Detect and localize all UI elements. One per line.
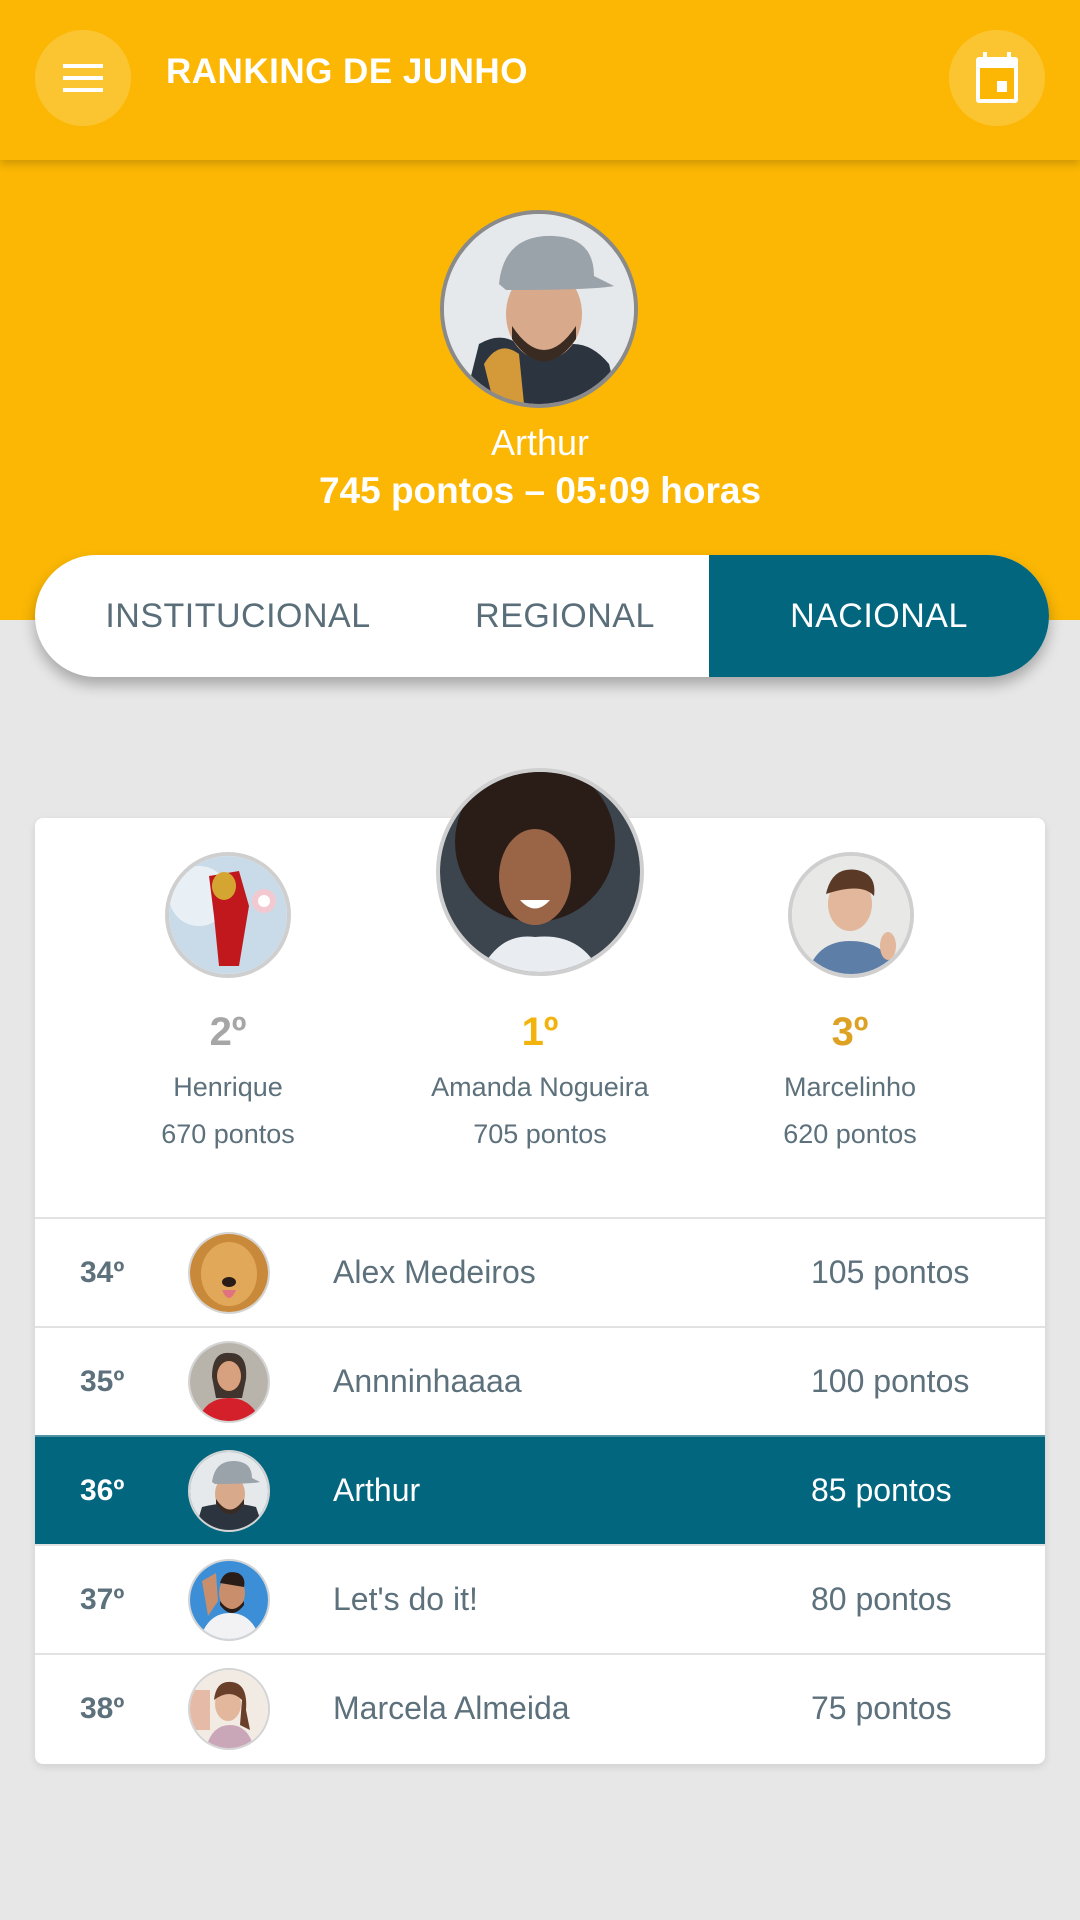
ranking-list: 34º Alex Medeiros 105 pontos 35º Annninh… — [35, 1217, 1045, 1762]
list-name: Marcela Almeida — [333, 1690, 570, 1726]
calendar-icon — [974, 52, 1020, 104]
podium-points: 670 pontos — [161, 1119, 295, 1149]
list-position: 35º — [80, 1364, 125, 1398]
page-title: RANKING DE JUNHO — [166, 52, 528, 91]
list-avatar — [188, 1231, 270, 1314]
ranking-scope-tabs: INSTITUCIONAL REGIONAL NACIONAL — [35, 555, 1049, 677]
list-points: 80 pontos — [811, 1581, 952, 1617]
list-points: 105 pontos — [811, 1254, 970, 1290]
podium-points: 620 pontos — [783, 1119, 917, 1149]
podium-rank: 1º — [521, 1010, 559, 1054]
list-position: 38º — [80, 1691, 125, 1725]
tab-nacional[interactable]: NACIONAL — [709, 555, 1049, 677]
list-item[interactable]: 38º Marcela Almeida 75 pontos — [35, 1653, 1045, 1762]
podium-second: 2º Henrique 670 pontos — [73, 1010, 383, 1150]
list-position: 36º — [80, 1473, 125, 1507]
podium-name: Amanda Nogueira — [431, 1072, 649, 1102]
list-avatar — [188, 1667, 270, 1750]
current-user-score: 745 pontos – 05:09 horas — [318, 470, 762, 511]
list-points: 85 pontos — [811, 1472, 952, 1508]
list-item-current-user[interactable]: 36º Arthur 85 pontos — [35, 1435, 1045, 1544]
app-bar: RANKING DE JUNHO — [0, 0, 1080, 160]
list-points: 75 pontos — [811, 1690, 952, 1726]
podium-name: Marcelinho — [783, 1072, 917, 1102]
tab-institucional[interactable]: INSTITUCIONAL — [35, 555, 421, 677]
menu-button[interactable] — [35, 30, 131, 126]
podium-avatar-1st[interactable] — [436, 768, 644, 976]
list-name: Arthur — [333, 1472, 421, 1508]
current-user-name: Arthur — [490, 422, 590, 463]
podium-avatar-3rd[interactable] — [788, 852, 914, 978]
calendar-button[interactable] — [949, 30, 1045, 126]
list-name: Let's do it! — [333, 1581, 478, 1617]
list-position: 34º — [80, 1255, 125, 1289]
podium-rank: 2º — [209, 1010, 247, 1054]
list-name: Annninhaaaa — [333, 1363, 522, 1399]
list-item[interactable]: 35º Annninhaaaa 100 pontos — [35, 1326, 1045, 1435]
podium-rank: 3º — [831, 1010, 869, 1054]
list-avatar — [188, 1558, 270, 1641]
current-user-avatar[interactable] — [440, 210, 638, 408]
hamburger-menu-icon — [61, 62, 105, 94]
podium-points: 705 pontos — [473, 1119, 607, 1149]
current-user-header: Arthur 745 pontos – 05:09 horas — [0, 160, 1080, 620]
list-points: 100 pontos — [811, 1363, 970, 1399]
list-avatar — [188, 1449, 270, 1532]
tab-regional[interactable]: REGIONAL — [421, 555, 709, 677]
podium-third: 3º Marcelinho 620 pontos — [695, 1010, 1005, 1150]
podium-first: 1º Amanda Nogueira 705 pontos — [385, 1010, 695, 1150]
list-avatar — [188, 1340, 270, 1423]
list-name: Alex Medeiros — [333, 1254, 536, 1290]
list-position: 37º — [80, 1582, 125, 1616]
podium-avatar-2nd[interactable] — [165, 852, 291, 978]
list-item[interactable]: 34º Alex Medeiros 105 pontos — [35, 1217, 1045, 1326]
list-item[interactable]: 37º Let's do it! 80 pontos — [35, 1544, 1045, 1653]
podium-name: Henrique — [173, 1072, 283, 1102]
